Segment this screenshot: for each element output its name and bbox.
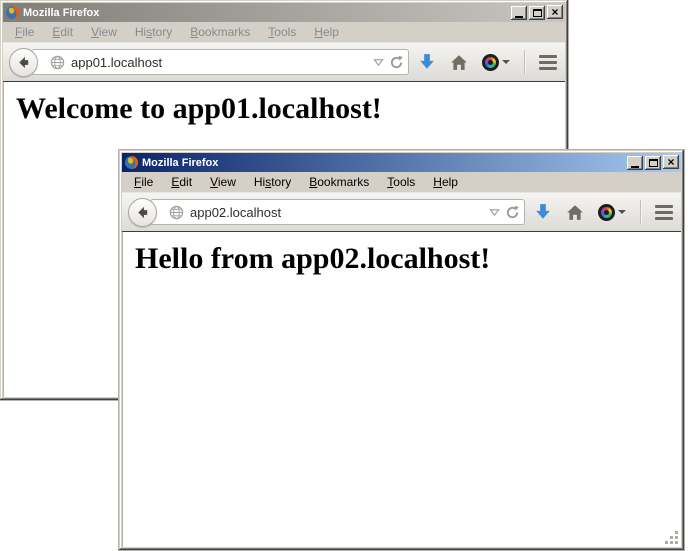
- menu-item-edit[interactable]: Edit: [44, 23, 81, 41]
- download-icon[interactable]: [534, 203, 552, 221]
- navigation-toolbar: [122, 193, 681, 232]
- navigation-toolbar: [3, 43, 565, 82]
- menu-hamburger-icon[interactable]: [539, 55, 557, 70]
- menu-hamburger-icon[interactable]: [655, 205, 673, 220]
- reload-icon[interactable]: [505, 205, 520, 220]
- menu-item-view[interactable]: View: [202, 173, 244, 191]
- url-input[interactable]: [71, 55, 367, 70]
- close-button[interactable]: ×: [663, 155, 679, 169]
- menu-item-edit[interactable]: Edit: [163, 173, 200, 191]
- urlbar-dropdown-icon[interactable]: [489, 208, 500, 217]
- menu-item-help[interactable]: Help: [306, 23, 347, 41]
- menubar: FileEditViewHistoryBookmarksToolsHelp: [122, 172, 681, 193]
- page-heading: Welcome to app01.localhost!: [16, 92, 565, 126]
- menubar: FileEditViewHistoryBookmarksToolsHelp: [3, 22, 565, 43]
- firefox-logo-icon[interactable]: [5, 5, 20, 20]
- menu-item-bookmarks[interactable]: Bookmarks: [182, 23, 258, 41]
- menu-item-bookmarks[interactable]: Bookmarks: [301, 173, 377, 191]
- addon-dropdown-icon: [502, 60, 510, 64]
- close-button[interactable]: ×: [547, 5, 563, 19]
- minimize-button[interactable]: [511, 6, 527, 20]
- browser-window-app02: Mozilla Firefox × FileEditViewHistoryBoo…: [119, 150, 684, 550]
- addon-dropdown-icon: [618, 210, 626, 214]
- urlbar-dropdown-icon[interactable]: [373, 58, 384, 67]
- window-title: Mozilla Firefox: [23, 7, 506, 19]
- titlebar[interactable]: Mozilla Firefox ×: [122, 153, 681, 172]
- addon-button[interactable]: [598, 204, 626, 221]
- menu-item-file[interactable]: File: [126, 173, 161, 191]
- home-icon[interactable]: [450, 54, 468, 71]
- back-arrow-icon: [16, 55, 31, 70]
- back-button[interactable]: [128, 198, 157, 227]
- maximize-button[interactable]: [529, 6, 545, 20]
- toolbar-separator: [640, 200, 641, 224]
- back-button[interactable]: [9, 48, 38, 77]
- page-content: Hello from app02.localhost!: [122, 232, 681, 547]
- toolbar-separator: [524, 50, 525, 74]
- url-bar[interactable]: [31, 49, 409, 75]
- menu-item-file[interactable]: File: [7, 23, 42, 41]
- site-globe-icon[interactable]: [50, 55, 65, 70]
- window-title: Mozilla Firefox: [142, 157, 622, 169]
- menu-item-view[interactable]: View: [83, 23, 125, 41]
- download-icon[interactable]: [418, 53, 436, 71]
- color-wheel-icon: [482, 54, 499, 71]
- minimize-button[interactable]: [627, 156, 643, 170]
- site-globe-icon[interactable]: [169, 205, 184, 220]
- menu-item-help[interactable]: Help: [425, 173, 466, 191]
- menu-item-history[interactable]: History: [246, 173, 299, 191]
- reload-icon[interactable]: [389, 55, 404, 70]
- resize-grip[interactable]: [665, 531, 679, 545]
- back-arrow-icon: [135, 205, 150, 220]
- page-heading: Hello from app02.localhost!: [135, 242, 681, 276]
- menu-item-history[interactable]: History: [127, 23, 180, 41]
- firefox-logo-icon[interactable]: [124, 155, 139, 170]
- maximize-button[interactable]: [645, 156, 661, 170]
- url-bar[interactable]: [150, 199, 525, 225]
- addon-button[interactable]: [482, 54, 510, 71]
- menu-item-tools[interactable]: Tools: [379, 173, 423, 191]
- color-wheel-icon: [598, 204, 615, 221]
- home-icon[interactable]: [566, 204, 584, 221]
- menu-item-tools[interactable]: Tools: [260, 23, 304, 41]
- titlebar[interactable]: Mozilla Firefox ×: [3, 3, 565, 22]
- url-input[interactable]: [190, 205, 483, 220]
